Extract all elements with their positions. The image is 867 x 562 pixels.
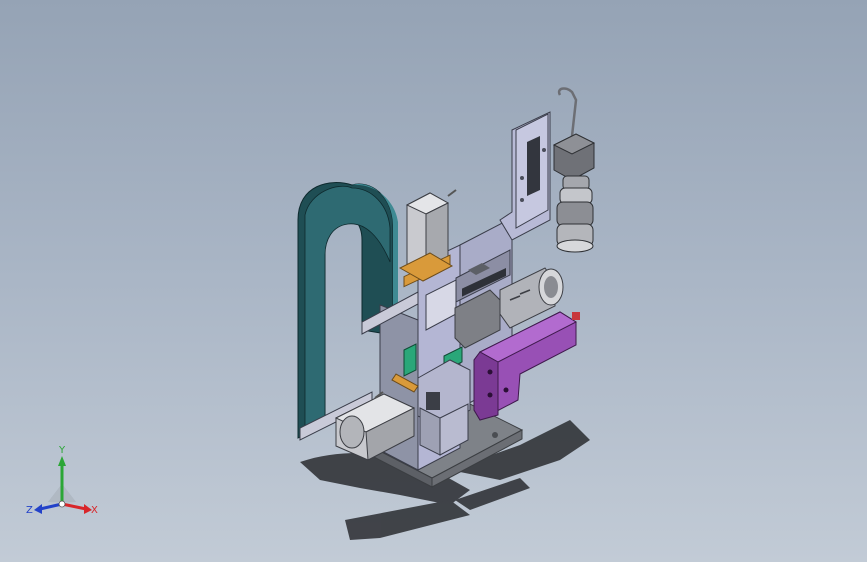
coordinate-triad: Y X Z (22, 446, 106, 526)
camera-assembly[interactable] (552, 87, 596, 253)
x-axis-label: X (91, 505, 98, 516)
lower-mechanism[interactable] (417, 359, 471, 456)
z-axis-label: Z (26, 505, 33, 516)
y-axis-label: Y (59, 445, 66, 456)
assembly-model[interactable] (0, 0, 867, 562)
green-guide (403, 343, 417, 377)
3d-model-viewport[interactable]: Y X Z (0, 0, 867, 562)
